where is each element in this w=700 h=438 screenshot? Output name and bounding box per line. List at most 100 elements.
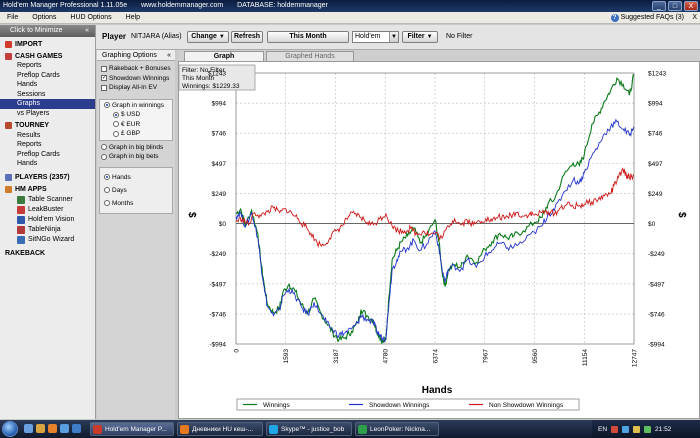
currency-eur-radio[interactable]: [113, 121, 119, 128]
currency-eur-row[interactable]: € EUR: [100, 120, 172, 130]
nav-tourney-hands[interactable]: Hands: [0, 159, 95, 169]
x-axis-months-radio[interactable]: [104, 200, 110, 206]
nav-cash-sessions[interactable]: Sessions: [0, 90, 95, 100]
quicklaunch-icon[interactable]: [72, 424, 81, 433]
minimize-nav-button[interactable]: Click to Minimize «: [0, 25, 95, 37]
leakbuster-icon: [17, 205, 25, 214]
showdown-checkbox-row[interactable]: Showdown Winnings: [97, 74, 175, 84]
x-tick-label: 1593: [283, 349, 290, 364]
site-url: www.holdemmanager.com: [141, 2, 224, 9]
nav-tourney-reports[interactable]: Reports: [0, 140, 95, 150]
graph-in-winnings-row[interactable]: Graph in winnings: [100, 101, 172, 111]
tab-graphed-hands[interactable]: Graphed Hands: [266, 51, 354, 61]
dropdown-arrow-icon: ▼: [389, 32, 398, 42]
nav-app-table-scanner[interactable]: Table Scanner: [0, 195, 95, 205]
x-axis-hands-row[interactable]: Hands: [100, 171, 172, 184]
nav-tourney-results[interactable]: Results: [0, 131, 95, 141]
tray-network-icon[interactable]: [622, 425, 630, 433]
nav-tourney-preflop-cards[interactable]: Preflop Cards: [0, 150, 95, 160]
showdown-checkbox[interactable]: [101, 75, 107, 82]
rakeback-checkbox[interactable]: [101, 65, 107, 72]
start-button[interactable]: [2, 421, 18, 437]
nav-hm-apps-label: HM APPS: [15, 186, 47, 194]
graph-in-bets-radio[interactable]: [101, 153, 107, 160]
currency-gbp-radio[interactable]: [113, 130, 119, 137]
nav-import[interactable]: IMPORT: [0, 39, 95, 49]
rakeback-checkbox-row[interactable]: Rakeback + Bonuses: [97, 64, 175, 74]
game-type-select[interactable]: Hold'em ▼: [352, 31, 399, 43]
x-axis-days-radio[interactable]: [104, 187, 110, 193]
internet-explorer-icon[interactable]: [60, 424, 69, 433]
task-skype[interactable]: Skype™ - justice_bob: [266, 422, 352, 436]
legend-label: Winnings: [263, 402, 290, 409]
filter-button[interactable]: Filter ▼: [402, 31, 438, 43]
tray-status-icon[interactable]: [644, 425, 652, 433]
currency-usd-radio[interactable]: [113, 111, 119, 118]
x-axis-days-row[interactable]: Days: [100, 184, 172, 197]
menu-file[interactable]: File: [0, 12, 25, 24]
menu-hud-options[interactable]: HUD Options: [63, 12, 118, 24]
graph-in-bb-row[interactable]: Graph in big blinds: [97, 143, 175, 153]
x-axis-hands-radio[interactable]: [104, 174, 110, 180]
nav-cash-graphs[interactable]: Graphs: [0, 99, 95, 109]
nav-players[interactable]: PLAYERS (2357): [0, 173, 95, 183]
x-tick-label: 7967: [482, 349, 489, 364]
refresh-button[interactable]: Refresh: [231, 31, 263, 43]
menu-bar: File Options HUD Options Help ? Suggeste…: [0, 12, 700, 24]
change-player-button[interactable]: Change ▼: [187, 31, 229, 43]
nav-app-holdem-vision[interactable]: Hold'em Vision: [0, 215, 95, 225]
allin-ev-checkbox-row[interactable]: Display All-In EV: [97, 83, 175, 93]
minimize-window-button[interactable]: _: [652, 1, 666, 11]
currency-gbp-row[interactable]: £ GBP: [100, 129, 172, 139]
y-axis-label-left: $: [186, 212, 197, 218]
explorer-icon[interactable]: [36, 424, 45, 433]
collapse-icon[interactable]: «: [167, 50, 171, 61]
graph-in-bets-row[interactable]: Graph in big bets: [97, 152, 175, 162]
tray-volume-icon[interactable]: [633, 425, 641, 433]
suggested-faqs-link[interactable]: ? Suggested FAQs (3): [610, 12, 684, 24]
close-window-button[interactable]: X: [684, 1, 698, 11]
nav-cash-preflop-cards[interactable]: Preflop Cards: [0, 71, 95, 81]
task-holdem-manager[interactable]: Hold'em Manager P...: [90, 422, 174, 436]
clock: 21:52: [655, 425, 672, 433]
caret-down-icon: ▼: [218, 34, 225, 40]
suggested-faqs-label: Suggested FAQs (3): [620, 14, 684, 21]
y-tick-label-left: $994: [212, 101, 227, 108]
maximize-window-button[interactable]: □: [668, 1, 682, 11]
nav-app-leakbuster[interactable]: LeakBuster: [0, 205, 95, 215]
nav-cash-games[interactable]: CASH GAMES: [0, 51, 95, 61]
allin-ev-checkbox[interactable]: [101, 84, 107, 91]
rakeback-checkbox-label: Rakeback + Bonuses: [109, 65, 171, 73]
y-tick-label-left: -$249: [209, 251, 226, 258]
tableninja-icon: [17, 225, 25, 234]
nav-hm-apps[interactable]: HM APPS: [0, 185, 95, 195]
nav-app-tableninja[interactable]: TableNinja: [0, 225, 95, 235]
nav-cash-vs-players[interactable]: vs Players: [0, 109, 95, 119]
task-leonpoker[interactable]: LeonPoker: Nickna...: [355, 422, 439, 436]
language-indicator[interactable]: EN: [598, 426, 607, 433]
player-toolbar: Player NITJARA (Alias) Change ▼ Refresh T…: [96, 25, 700, 50]
x-axis-months-row[interactable]: Months: [100, 197, 172, 210]
graph-in-bb-radio[interactable]: [101, 144, 107, 151]
close-faq-button[interactable]: X: [692, 12, 697, 24]
period-button[interactable]: This Month: [267, 31, 349, 43]
graph-in-winnings-radio[interactable]: [104, 102, 110, 109]
show-desktop-icon[interactable]: [24, 424, 33, 433]
nav-app-sitngo-wizard[interactable]: SitNGo Wizard: [0, 235, 95, 245]
currency-usd-row[interactable]: $ USD: [100, 110, 172, 120]
nav-rakeback[interactable]: RAKEBACK: [0, 249, 95, 259]
menu-help[interactable]: Help: [119, 12, 147, 24]
nav-tourney[interactable]: TOURNEY: [0, 121, 95, 131]
window-title: Hold'em Manager Professional 1.11.05e: [3, 2, 128, 9]
menu-options[interactable]: Options: [25, 12, 63, 24]
x-axis-group: Hands Days Months: [99, 166, 173, 214]
task-diaries[interactable]: Дневники HU кеш-...: [177, 422, 263, 436]
nav-app-holdem-vision-label: Hold'em Vision: [28, 216, 75, 224]
tab-graph[interactable]: Graph: [184, 51, 264, 61]
y-tick-label-right: $746: [648, 131, 663, 138]
left-navigation: Click to Minimize « IMPORT CASH GAMES Re…: [0, 25, 96, 419]
nav-cash-hands[interactable]: Hands: [0, 80, 95, 90]
firefox-icon[interactable]: [48, 424, 57, 433]
tray-app-icon[interactable]: [611, 425, 619, 433]
nav-cash-reports[interactable]: Reports: [0, 61, 95, 71]
